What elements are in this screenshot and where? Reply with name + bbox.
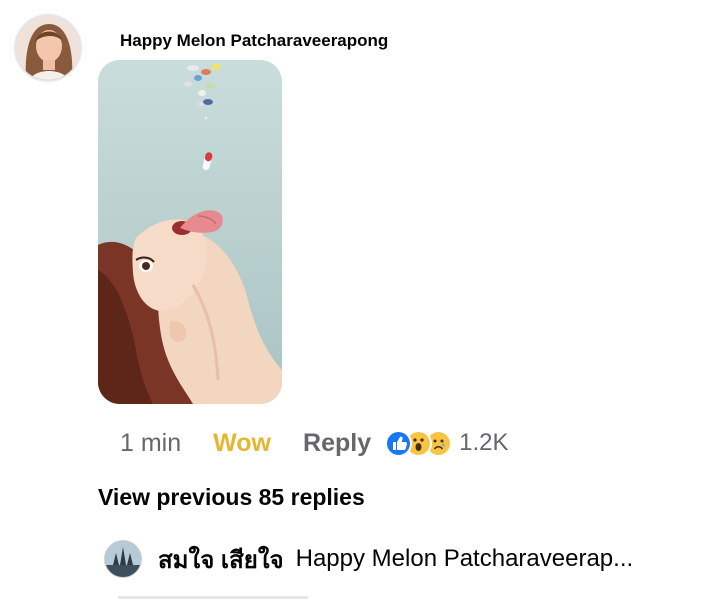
reply-button[interactable]: Reply bbox=[303, 429, 371, 458]
reaction-count: 1.2K bbox=[459, 429, 509, 456]
reaction-summary[interactable]: 1.2K bbox=[385, 429, 508, 457]
view-previous-replies-link[interactable]: View previous 85 replies bbox=[98, 484, 365, 511]
reaction-button[interactable]: Wow bbox=[213, 429, 271, 458]
comment-timestamp: 1 min bbox=[120, 428, 182, 457]
reply-avatar[interactable] bbox=[104, 540, 142, 578]
like-icon bbox=[385, 429, 413, 457]
commenter-avatar[interactable] bbox=[14, 14, 82, 82]
reply-preview[interactable]: สมใจ เสียใจ Happy Melon Patcharaveerap..… bbox=[104, 538, 633, 580]
reply-author-name[interactable]: สมใจ เสียใจ bbox=[158, 540, 284, 579]
divider bbox=[118, 596, 308, 599]
reply-text: Happy Melon Patcharaveerap... bbox=[295, 545, 634, 572]
comment-image[interactable] bbox=[98, 60, 282, 404]
comment-author-name[interactable]: Happy Melon Patcharaveerapong bbox=[120, 31, 388, 51]
comment-actions-row: 1 min Wow Reply 1.2K bbox=[120, 425, 508, 461]
